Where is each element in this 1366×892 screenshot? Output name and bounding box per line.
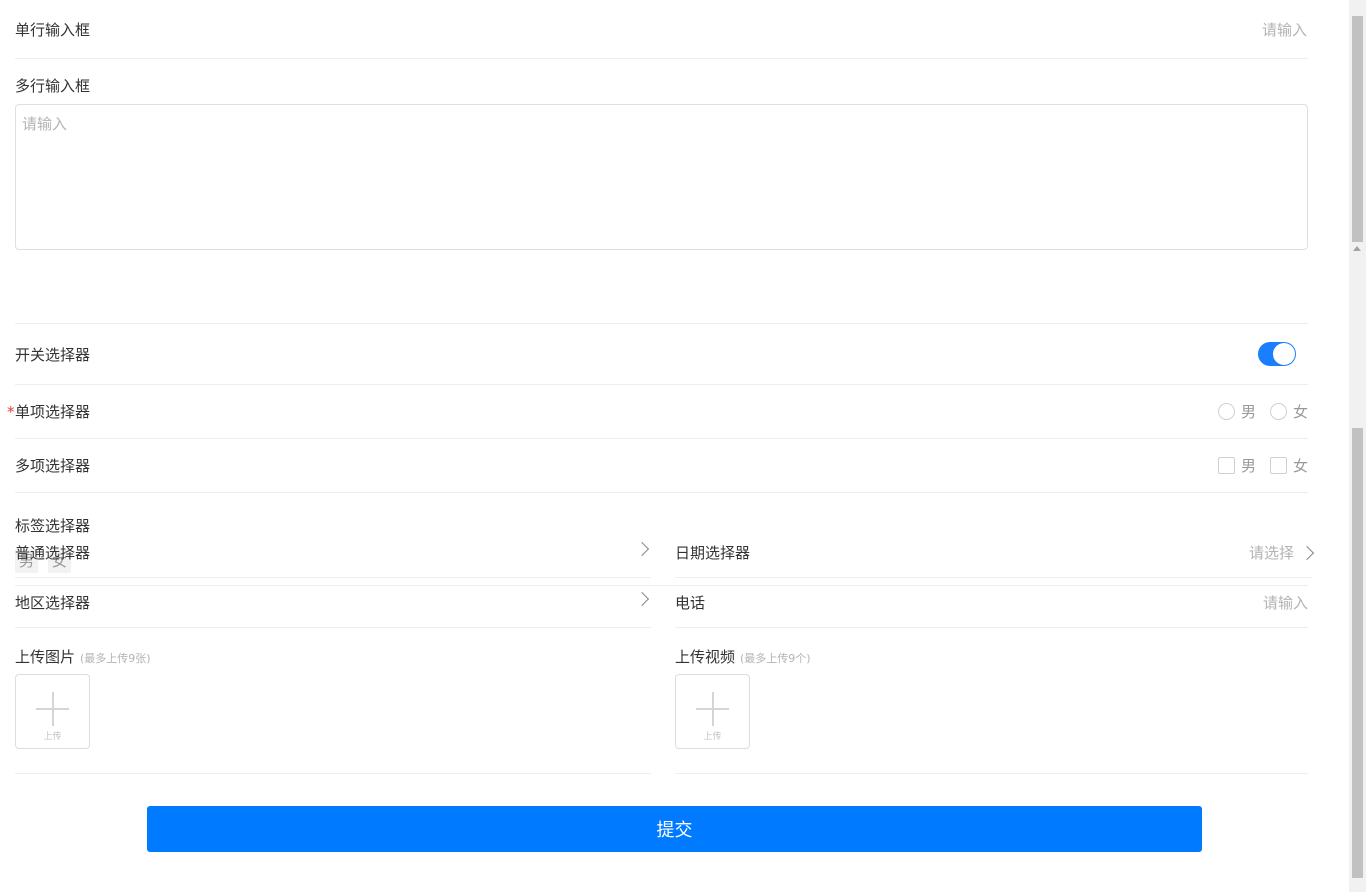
radio-option-text: 女 [1292,403,1308,421]
scroll-up-arrow-icon[interactable] [1353,246,1361,251]
phone-row: 电话 请输入 [675,578,1308,628]
upload-video-button-text: 上传 [703,732,722,742]
radio-row: * 单项选择器 男 女 [7,385,1308,439]
upload-image-block: 上传图片 (最多上传9张) 上传 [15,628,651,774]
right-column: 日期选择器 请选择 电话 请输入 上传视频 (最多上传9个) 上传 [675,528,1315,774]
switch-label: 开关选择器 [15,345,91,364]
radio-option-female[interactable]: 女 [1269,401,1308,422]
date-picker-row[interactable]: 日期选择器 请选择 [675,528,1315,578]
radio-circle-icon [1269,403,1287,420]
upload-video-title: 上传视频 (最多上传9个) [675,646,811,667]
radio-option-text: 男 [1240,403,1256,421]
scrollbar-thumb[interactable] [1352,428,1363,878]
textarea-label: 多行输入框 [15,77,91,95]
checkbox-option-text: 男 [1240,457,1256,475]
left-column: 普通选择器 地区选择器 上传图片 (最多上传9张) 上传 [15,528,651,774]
date-picker-placeholder: 请选择 [1248,544,1294,562]
checkbox-option-male[interactable]: 男 [1217,455,1256,476]
plus-icon-vertical [51,692,54,726]
form: 单行输入框 请输入 多行输入框 请输入 开关选择器 * 单项选择器 男 女 多项… [7,0,1308,586]
date-picker-value: 请选择 [1248,542,1315,563]
plus-icon-vertical [711,692,714,726]
checkbox-option-text: 女 [1292,457,1308,475]
scrollbar[interactable] [1349,0,1366,892]
checkbox-square-icon [1269,457,1287,474]
upload-video-label: 上传视频 [675,648,736,666]
submit-button[interactable]: 提交 [147,806,1202,852]
chevron-right-icon [634,591,650,606]
required-mark: * [7,402,15,421]
checkbox-label: 多项选择器 [15,457,91,475]
region-picker-label: 地区选择器 [15,594,91,612]
textarea-row: 多行输入框 请输入 [15,59,1308,324]
multiline-input[interactable]: 请输入 [15,104,1308,250]
upload-video-button[interactable]: 上传 [675,674,750,749]
picker-label: 普通选择器 [15,544,91,562]
single-input-row: 单行输入框 请输入 [15,0,1308,59]
checkbox-row: 多项选择器 男 女 [15,439,1308,493]
switch-row: 开关选择器 [15,324,1308,385]
chevron-right-icon [634,541,650,556]
upload-image-button-text: 上传 [43,732,62,742]
upload-video-hint: (最多上传9个) [740,652,811,665]
single-input[interactable]: 请输入 [1262,19,1307,40]
toggle-knob [1273,343,1295,365]
multiline-input-placeholder: 请输入 [22,115,68,133]
checkbox-group: 男 女 [1217,455,1308,476]
radio-option-male[interactable]: 男 [1217,401,1256,422]
toggle-switch[interactable] [1258,342,1296,366]
upload-image-hint: (最多上传9张) [80,652,151,665]
radio-circle-icon [1217,403,1235,420]
date-picker-label: 日期选择器 [675,544,751,562]
upload-video-block: 上传视频 (最多上传9个) 上传 [675,628,1308,774]
phone-input[interactable]: 请输入 [1263,592,1308,613]
checkbox-option-female[interactable]: 女 [1269,455,1308,476]
picker-row[interactable]: 普通选择器 [15,528,651,578]
upload-image-label: 上传图片 [15,648,76,666]
form-page: 单行输入框 请输入 多行输入框 请输入 开关选择器 * 单项选择器 男 女 多项… [0,0,1366,892]
region-picker-row[interactable]: 地区选择器 [15,578,651,628]
radio-label: 单项选择器 [15,403,91,421]
upload-image-button[interactable]: 上传 [15,674,90,749]
upload-image-title: 上传图片 (最多上传9张) [15,646,151,667]
chevron-right-icon [1299,545,1315,560]
scrollbar-thumb-upper[interactable] [1352,16,1363,242]
checkbox-square-icon [1217,457,1235,474]
radio-group: 男 女 [1217,401,1308,422]
phone-label: 电话 [675,594,706,612]
single-input-label: 单行输入框 [15,20,91,39]
